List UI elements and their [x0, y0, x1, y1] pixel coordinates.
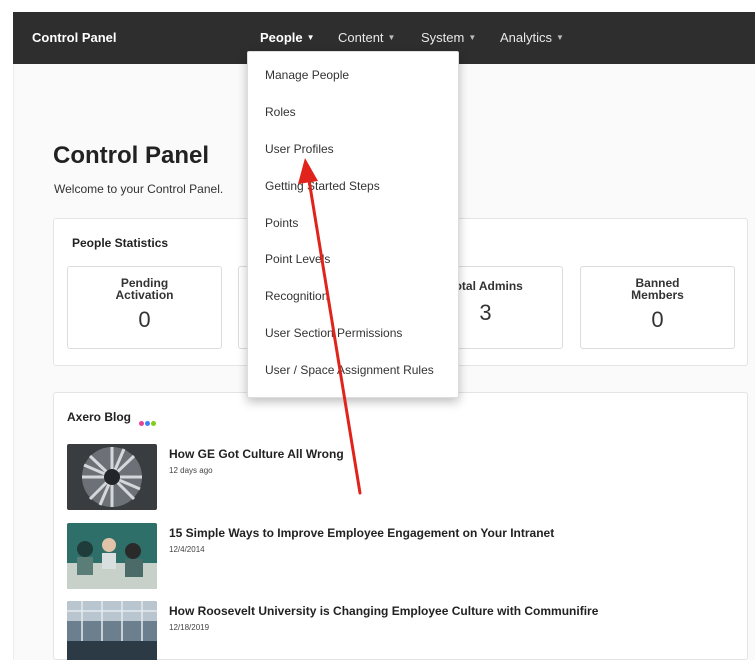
- post-date: 12/18/2019: [169, 623, 210, 632]
- nav-people-label: People: [260, 30, 303, 45]
- post-title-link[interactable]: 15 Simple Ways to Improve Employee Engag…: [169, 526, 554, 540]
- brand-dots-icon: [139, 413, 157, 431]
- stat-value: 0: [651, 307, 664, 332]
- post-thumbnail[interactable]: [67, 444, 157, 510]
- panel-title: People Statistics: [72, 236, 169, 250]
- post-date: 12/4/2014: [169, 545, 205, 554]
- brand-title[interactable]: Control Panel: [32, 30, 117, 45]
- blog-post[interactable]: How Roosevelt University is Changing Emp…: [67, 601, 737, 660]
- menu-item-point-levels[interactable]: Point Levels: [265, 252, 330, 266]
- menu-item-recognition[interactable]: Recognition: [265, 289, 328, 303]
- caret-down-icon: ▼: [468, 33, 477, 42]
- blog-post[interactable]: How GE Got Culture All Wrong 12 days ago: [67, 444, 737, 512]
- post-date: 12 days ago: [169, 466, 213, 475]
- blog-title: Axero Blog: [67, 410, 132, 424]
- dot-green: [151, 421, 156, 426]
- dot-blue: [145, 421, 150, 426]
- post-thumbnail[interactable]: [67, 523, 157, 589]
- menu-item-roles[interactable]: Roles: [265, 105, 296, 119]
- post-thumbnail[interactable]: [67, 601, 157, 660]
- stat-value: 0: [138, 307, 151, 332]
- axero-blog-panel: Axero Blog How GE Got Culture All Wrong …: [53, 392, 748, 660]
- dot-pink: [139, 421, 144, 426]
- page-subtitle: Welcome to your Control Panel.: [54, 182, 224, 196]
- blog-post[interactable]: 15 Simple Ways to Improve Employee Engag…: [67, 523, 737, 591]
- nav-people[interactable]: People ▼: [260, 30, 315, 45]
- nav-content[interactable]: Content ▼: [338, 30, 395, 45]
- menu-item-user-space-assignment-rules[interactable]: User / Space Assignment Rules: [265, 363, 434, 377]
- menu-item-user-profiles[interactable]: User Profiles: [265, 142, 334, 156]
- nav-content-label: Content: [338, 30, 384, 45]
- page-title: Control Panel: [53, 142, 210, 169]
- post-title-link[interactable]: How GE Got Culture All Wrong: [169, 447, 344, 461]
- people-dropdown-menu: Manage People Roles User Profiles Gettin…: [247, 51, 459, 398]
- stat-label: Pending Activation: [115, 276, 174, 302]
- nav-analytics[interactable]: Analytics ▼: [500, 30, 564, 45]
- nav-analytics-label: Analytics: [500, 30, 553, 45]
- nav-system-label: System: [421, 30, 465, 45]
- menu-item-points[interactable]: Points: [265, 216, 298, 230]
- stat-card-banned-members[interactable]: Banned Members 0: [580, 266, 735, 349]
- caret-down-icon: ▼: [556, 33, 564, 42]
- menu-item-getting-started-steps[interactable]: Getting Started Steps: [265, 179, 380, 193]
- stat-card-pending-activation[interactable]: Pending Activation 0: [67, 266, 222, 349]
- menu-item-manage-people[interactable]: Manage People: [265, 68, 349, 82]
- post-title-link[interactable]: How Roosevelt University is Changing Emp…: [169, 604, 598, 618]
- menu-item-user-section-permissions[interactable]: User Section Permissions: [265, 326, 402, 340]
- caret-down-icon: ▼: [306, 33, 315, 42]
- caret-down-icon: ▼: [387, 33, 396, 42]
- stat-label: Banned Members: [631, 276, 684, 302]
- nav-system[interactable]: System ▼: [421, 30, 476, 45]
